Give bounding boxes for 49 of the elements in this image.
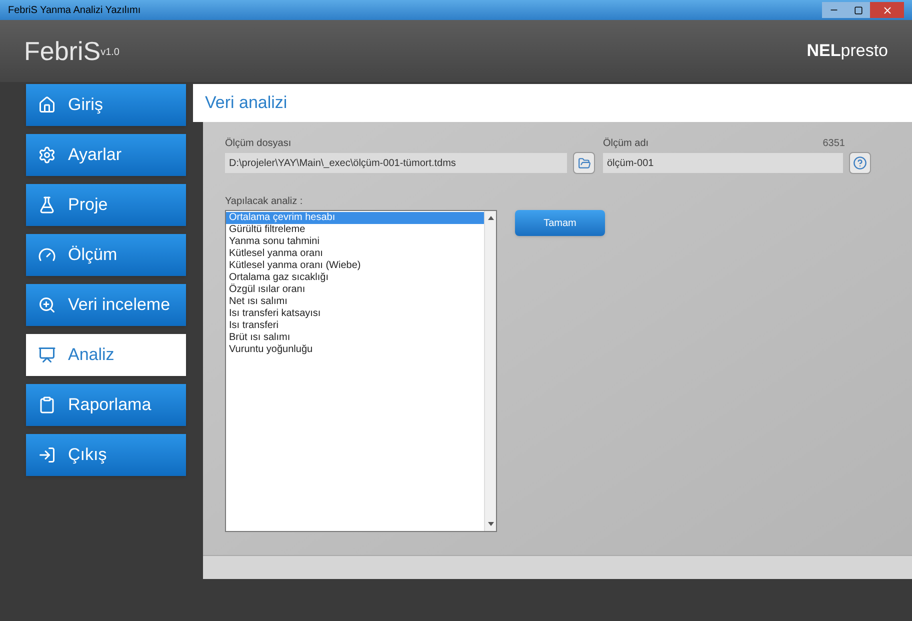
presentation-icon [38, 346, 56, 364]
nav-item[interactable]: Analiz [26, 334, 186, 376]
scrollbar[interactable] [484, 211, 496, 531]
list-item[interactable]: Yanma sonu tahmini [226, 236, 484, 248]
name-field[interactable]: ölçüm-001 [603, 153, 843, 173]
folder-icon [578, 156, 590, 170]
list-item[interactable]: Net ısı salımı [226, 296, 484, 308]
maximize-icon [854, 6, 862, 14]
nav-item[interactable]: Ayarlar [26, 134, 186, 176]
list-item[interactable]: Vuruntu yoğunluğu [226, 344, 484, 356]
gauge-icon [38, 246, 56, 264]
close-icon [882, 4, 892, 16]
scroll-up-icon[interactable] [488, 215, 494, 221]
flask-icon [38, 196, 56, 214]
nav-item[interactable]: Çıkış [26, 434, 186, 476]
app-title: FebriS$^{v1.0}$ [24, 34, 120, 68]
field-label: Ölçüm dosyası [225, 136, 292, 150]
close-button[interactable] [870, 2, 904, 18]
list-item[interactable]: Isı transferi [226, 320, 484, 332]
window-title: FebriS Yanma Analizi Yazılımı [8, 4, 142, 18]
home-icon [38, 96, 56, 114]
nav-item[interactable]: Veri inceleme [26, 284, 186, 326]
field-label: Ölçüm adı [603, 136, 649, 150]
nav-item[interactable]: Proje [26, 184, 186, 226]
nav-item[interactable]: Giriş [26, 84, 186, 126]
login-icon [38, 446, 56, 464]
list-item[interactable]: Gürültü filtreleme [226, 224, 484, 236]
help-button[interactable] [849, 152, 871, 174]
field-label: Yapılacak analiz : [225, 195, 304, 208]
gear-icon [38, 146, 56, 164]
list-item[interactable]: Isı transferi katsayısı [226, 308, 484, 320]
count-label: 6351 [822, 137, 845, 150]
help-icon [853, 156, 867, 170]
list-item[interactable]: Kütlesel yanma oranı (Wiebe) [226, 260, 484, 272]
company-logo: NELpresto [806, 40, 888, 62]
file-path-field[interactable]: D:\projeler\YAY\Main\_exec\ölçüm-001-tümort.tdms [225, 153, 567, 173]
list-item[interactable]: Özgül ısılar oranı [226, 284, 484, 296]
ok-button[interactable]: Tamam [515, 210, 605, 236]
nav-item[interactable]: Ölçüm [26, 234, 186, 276]
maximize-button[interactable] [846, 2, 870, 18]
page-title: Veri analizi [205, 92, 288, 114]
zoom-icon [38, 296, 56, 314]
list-item[interactable]: Brüt ısı salımı [226, 332, 484, 344]
nav-item[interactable]: Raporlama [26, 384, 186, 426]
list-item[interactable]: Kütlesel yanma oranı [226, 248, 484, 260]
open-file-button[interactable] [573, 152, 595, 174]
list-item[interactable]: Ortalama gaz sıcaklığı [226, 272, 484, 284]
clipboard-icon [38, 396, 56, 414]
scroll-down-icon[interactable] [488, 521, 494, 527]
